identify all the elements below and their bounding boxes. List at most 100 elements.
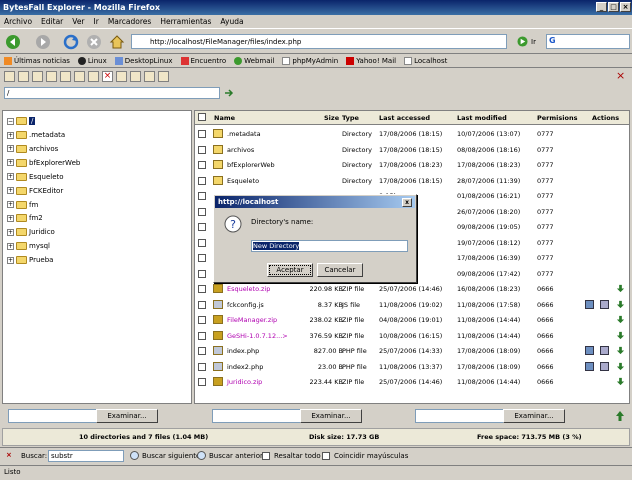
tree-item[interactable]: + mysql — [7, 240, 50, 252]
go-button-label[interactable]: Ir — [531, 38, 536, 46]
tree-root[interactable]: − / — [7, 115, 36, 127]
upload-file-input[interactable] — [415, 409, 505, 423]
download-arrow-icon[interactable] — [616, 315, 625, 324]
expand-icon[interactable]: + — [7, 242, 14, 250]
menu-marcadores[interactable]: Marcadores — [108, 17, 152, 26]
file-row[interactable]: GeSHi-1.0.7.12...> 376.59 KB ZIP file 10/08… — [195, 329, 629, 344]
close-find-icon[interactable]: × — [6, 451, 12, 459]
delete-icon[interactable]: × — [102, 70, 113, 82]
file-name[interactable]: archivos — [227, 146, 254, 154]
file-name[interactable]: fckconfig.js — [227, 301, 264, 309]
download-arrow-icon[interactable] — [616, 284, 625, 293]
refresh-icon[interactable] — [46, 70, 57, 82]
file-row[interactable]: bfExplorerWeb Directory 17/08/2006 (18:23)… — [195, 158, 629, 173]
menu-ver[interactable]: Ver — [72, 17, 84, 26]
header-name[interactable]: Name — [214, 114, 235, 122]
file-name[interactable]: Esqueleto.zip — [227, 285, 270, 293]
file-row[interactable]: fckconfig.js 8.37 KB JS file 11/08/2006 (19… — [195, 298, 629, 313]
row-checkbox[interactable] — [198, 269, 206, 278]
browse-button[interactable]: Examinar... — [96, 409, 158, 423]
file-row[interactable]: index.php 827.00 B PHP file 25/07/2006 (14:… — [195, 344, 629, 359]
bookmark-phpmyadmin[interactable]: phpMyAdmin — [282, 56, 338, 65]
menu-ayuda[interactable]: Ayuda — [220, 17, 243, 26]
menu-ir[interactable]: Ir — [94, 17, 99, 26]
row-checkbox[interactable] — [198, 331, 206, 340]
cancel-button[interactable]: Cancelar — [317, 263, 363, 277]
header-type[interactable]: Type — [342, 114, 359, 122]
go-icon[interactable] — [517, 36, 528, 47]
expand-icon[interactable]: + — [7, 159, 14, 167]
bookmark-linux[interactable]: Linux — [77, 56, 107, 65]
url-bar[interactable]: http://localhost/FileManager/files/index… — [131, 34, 507, 49]
expand-icon[interactable]: + — [7, 201, 14, 208]
match-case-label[interactable]: Coincidir mayúsculas — [334, 452, 408, 460]
file-name[interactable]: FileManager.zip — [227, 316, 277, 324]
download-arrow-icon[interactable] — [616, 331, 625, 340]
new-folder-icon[interactable] — [18, 70, 29, 82]
row-checkbox[interactable] — [198, 207, 206, 216]
accept-button[interactable]: Aceptar — [267, 263, 313, 277]
row-checkbox[interactable] — [198, 145, 206, 154]
close-app-icon[interactable]: × — [616, 69, 625, 82]
row-checkbox[interactable] — [198, 223, 206, 231]
header-permissions[interactable]: Permisions — [537, 114, 577, 122]
file-name[interactable]: Juridico.zip — [227, 378, 262, 386]
bookmark-webmail[interactable]: Webmail — [234, 56, 274, 65]
expand-icon[interactable]: + — [7, 145, 14, 153]
info-icon[interactable] — [144, 70, 155, 82]
cut-icon[interactable] — [88, 70, 99, 82]
close-window-button[interactable]: × — [620, 2, 631, 12]
row-checkbox[interactable] — [198, 161, 206, 169]
maximize-button[interactable]: □ — [608, 2, 619, 12]
row-checkbox[interactable] — [198, 238, 206, 247]
forward-arrow-icon[interactable] — [35, 34, 51, 50]
paste-icon[interactable] — [74, 70, 85, 82]
directory-name-input[interactable]: New Directory — [251, 240, 408, 252]
path-input[interactable]: / — [4, 87, 220, 99]
select-all-checkbox[interactable] — [198, 113, 206, 121]
bookmark-encuentro[interactable]: Encuentro — [180, 56, 226, 65]
file-name[interactable]: index2.php — [227, 363, 263, 371]
file-name[interactable]: Esqueleto — [227, 177, 259, 185]
upload-file-input[interactable] — [8, 409, 98, 423]
edit-file-icon[interactable] — [585, 346, 594, 355]
find-previous-icon[interactable] — [197, 451, 206, 460]
minimize-button[interactable]: _ — [596, 2, 607, 12]
browse-button[interactable]: Examinar... — [503, 409, 565, 423]
row-checkbox[interactable] — [198, 362, 206, 371]
row-checkbox[interactable] — [198, 316, 206, 324]
tree-item[interactable]: + .metadata — [7, 129, 65, 141]
file-name[interactable]: .metadata — [227, 130, 261, 138]
tree-item[interactable]: + bfExplorerWeb — [7, 157, 80, 169]
row-checkbox[interactable] — [198, 130, 206, 138]
properties-icon[interactable] — [600, 346, 609, 355]
go-path-icon[interactable] — [224, 88, 234, 98]
tree-item[interactable]: + Juridico — [7, 226, 55, 238]
row-checkbox[interactable] — [198, 192, 206, 200]
properties-icon[interactable] — [600, 361, 609, 371]
search-engine-input[interactable]: G — [546, 34, 630, 49]
expand-icon[interactable]: + — [7, 173, 14, 181]
file-row[interactable]: FileManager.zip 238.02 KB ZIP file 04/08/20… — [195, 313, 629, 328]
file-name[interactable]: bfExplorerWeb — [227, 161, 275, 169]
download-arrow-icon[interactable] — [616, 362, 625, 371]
expand-icon[interactable]: + — [7, 256, 14, 264]
menu-editar[interactable]: Editar — [41, 17, 63, 26]
download-arrow-icon[interactable] — [616, 300, 625, 309]
reload-icon[interactable] — [63, 34, 79, 50]
bookmark-localhost[interactable]: Localhost — [404, 56, 447, 65]
file-row[interactable]: .metadata Directory 17/08/2006 (18:15) 10/0… — [195, 127, 629, 142]
menu-herramientas[interactable]: Herramientas — [160, 17, 211, 26]
file-name[interactable]: index.php — [227, 347, 259, 355]
row-checkbox[interactable] — [198, 347, 206, 355]
header-last-accessed[interactable]: Last accessed — [379, 114, 430, 122]
find-next-icon[interactable] — [130, 451, 139, 460]
highlight-all-label[interactable]: Resaltar todo — [274, 452, 321, 460]
tree-item[interactable]: + Prueba — [7, 254, 53, 266]
row-checkbox[interactable] — [198, 378, 206, 386]
row-checkbox[interactable] — [198, 300, 206, 309]
file-row[interactable]: Juridico.zip 223.44 KB ZIP file 25/07/2006 … — [195, 375, 629, 390]
browse-button[interactable]: Examinar... — [300, 409, 362, 423]
up-folder-icon[interactable] — [4, 70, 15, 82]
file-row[interactable]: index2.php 23.00 B PHP file 11/08/2006 (13:… — [195, 360, 629, 375]
